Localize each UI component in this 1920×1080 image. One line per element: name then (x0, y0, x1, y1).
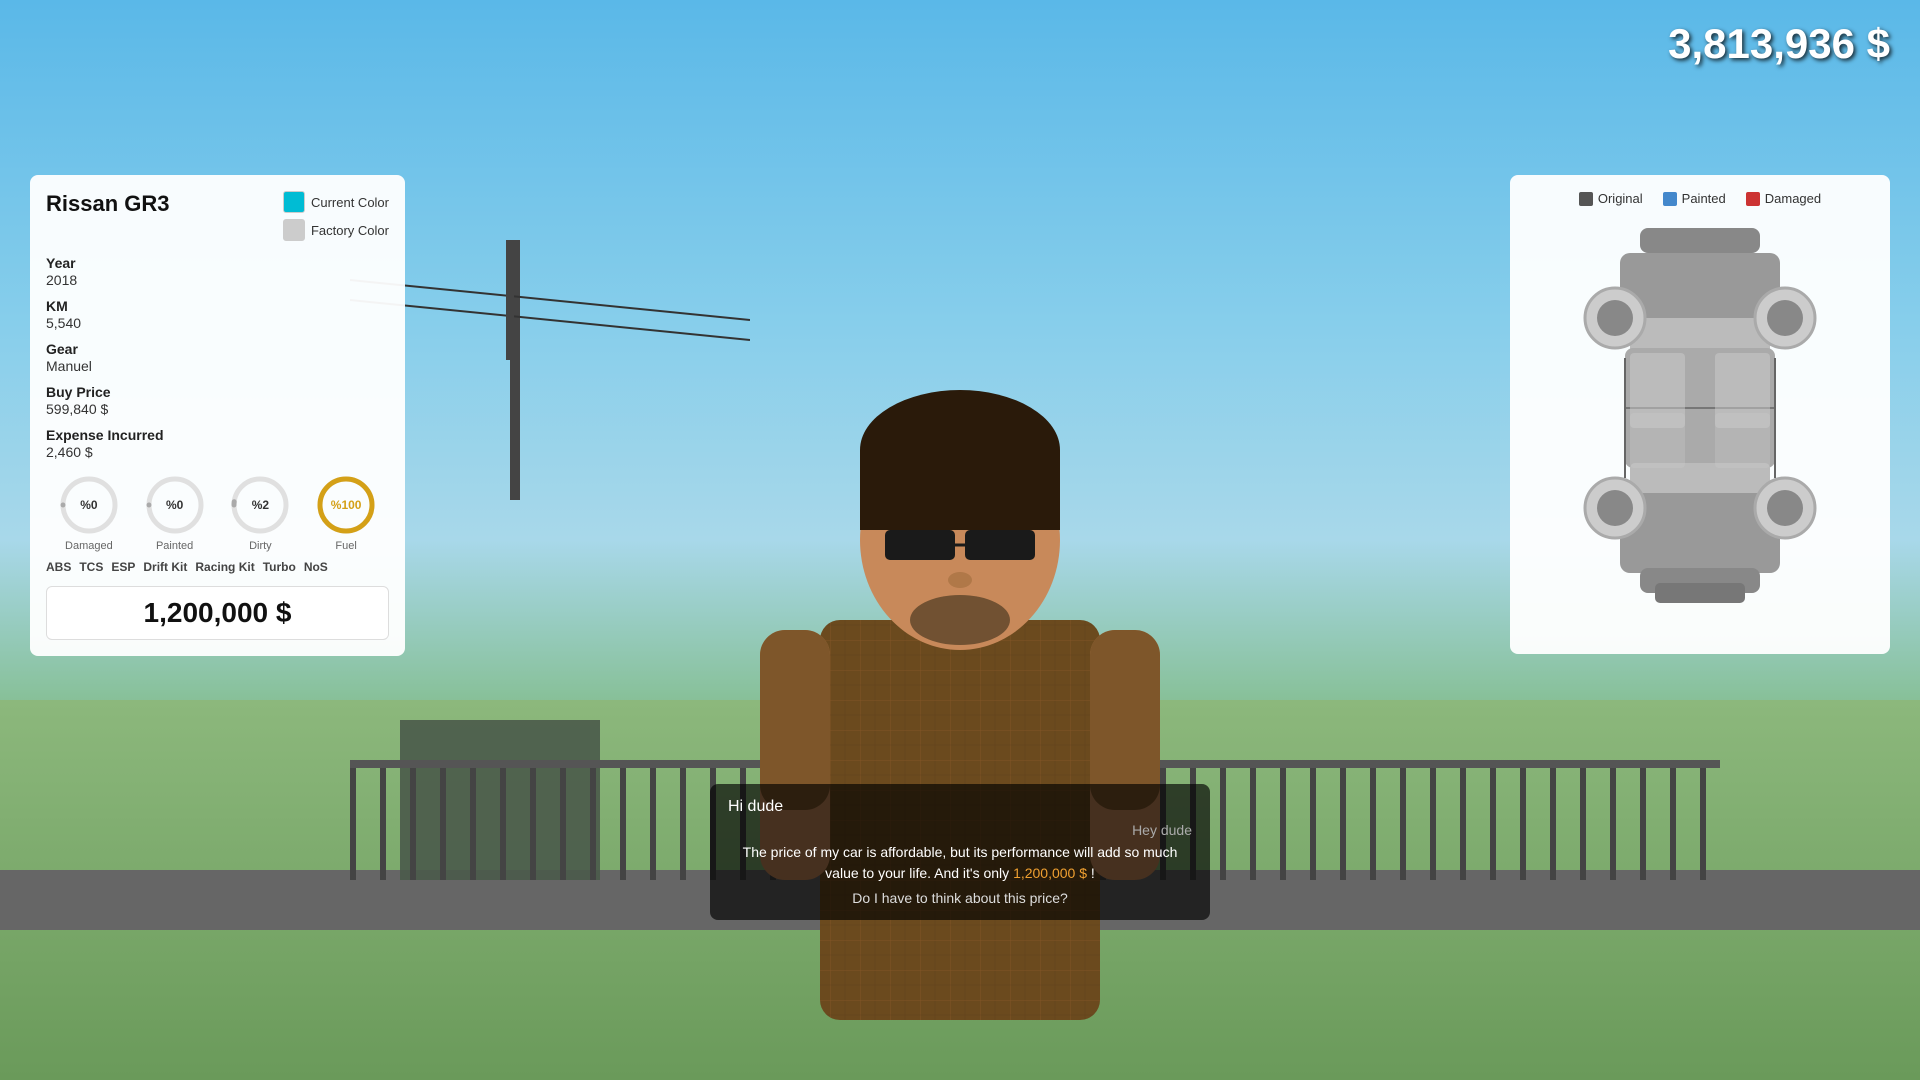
km-value: 5,540 (46, 315, 389, 331)
factory-color-swatch (283, 219, 305, 241)
panel-header: Rissan GR3 Current Color Factory Color (46, 191, 389, 241)
legend-original-label: Original (1598, 191, 1643, 206)
gauge-fuel: %100 Fuel (315, 474, 377, 552)
gauge-painted: %0 Painted (144, 474, 206, 552)
dialogue-question: Do I have to think about this price? (728, 890, 1192, 906)
gauge-dirty-text: %2 (252, 498, 269, 512)
gauge-damaged-circle: %0 (58, 474, 120, 536)
color-indicators: Current Color Factory Color (283, 191, 389, 241)
legend-original: Original (1579, 191, 1643, 206)
equip-nos: NoS (304, 560, 328, 574)
gauge-damaged: %0 Damaged (58, 474, 120, 552)
current-color-label: Current Color (311, 195, 389, 210)
dialogue-box: Hi dude Hey dude The price of my car is … (710, 784, 1210, 920)
diagram-legend: Original Painted Damaged (1526, 191, 1874, 206)
gauge-fuel-circle: %100 (315, 474, 377, 536)
equipment-row: ABS TCS ESP Drift Kit Racing Kit Turbo N… (46, 560, 389, 574)
car-name: Rissan GR3 (46, 191, 170, 217)
equip-abs: ABS (46, 560, 71, 574)
dialogue-npc-name: Hey dude (728, 822, 1192, 838)
dialogue-main-text: The price of my car is affordable, but i… (728, 842, 1192, 884)
gauge-dirty-circle: %2 (229, 474, 291, 536)
equip-turbo: Turbo (263, 560, 296, 574)
year-label: Year (46, 255, 389, 271)
expense-label: Expense Incurred (46, 427, 389, 443)
gauge-painted-label: Painted (156, 540, 193, 552)
current-color-item: Current Color (283, 191, 389, 213)
buy-price-value: 599,840 $ (46, 401, 389, 417)
legend-painted: Painted (1663, 191, 1726, 206)
gauge-dirty-label: Dirty (249, 540, 272, 552)
gauge-fuel-label: Fuel (335, 540, 356, 552)
legend-damaged-label: Damaged (1765, 191, 1821, 206)
car-diagram-panel: Original Painted Damaged (1510, 175, 1890, 654)
factory-color-item: Factory Color (283, 219, 389, 241)
gear-label: Gear (46, 341, 389, 357)
dialogue-player-text: Hi dude (728, 798, 1192, 816)
year-value: 2018 (46, 272, 389, 288)
dialogue-price-highlight: 1,200,000 $ (1013, 865, 1087, 881)
legend-painted-label: Painted (1682, 191, 1726, 206)
gear-row: Gear Manuel (46, 341, 389, 374)
buy-price-label: Buy Price (46, 384, 389, 400)
sell-price: 1,200,000 $ (46, 586, 389, 640)
year-row: Year 2018 (46, 255, 389, 288)
equip-tcs: TCS (79, 560, 103, 574)
gauge-dirty: %2 Dirty (229, 474, 291, 552)
factory-color-label: Factory Color (311, 223, 389, 238)
gauges-row: %0 Damaged %0 Painted %2 (46, 474, 389, 552)
gauge-painted-text: %0 (166, 498, 183, 512)
km-label: KM (46, 298, 389, 314)
car-diagram-svg (1530, 218, 1870, 638)
dialogue-body: The price of my car is affordable, but i… (743, 844, 1178, 881)
km-row: KM 5,540 (46, 298, 389, 331)
equip-drift: Drift Kit (143, 560, 187, 574)
dialogue-price-suffix: ! (1091, 865, 1095, 881)
gauge-fuel-text: %100 (331, 498, 362, 512)
gear-value: Manuel (46, 358, 389, 374)
legend-damaged: Damaged (1746, 191, 1821, 206)
buy-price-row: Buy Price 599,840 $ (46, 384, 389, 417)
gauge-damaged-text: %0 (80, 498, 97, 512)
legend-damaged-dot (1746, 192, 1760, 206)
car-diagram (1526, 218, 1874, 638)
wires (350, 240, 750, 360)
equip-esp: ESP (111, 560, 135, 574)
gauge-painted-circle: %0 (144, 474, 206, 536)
car-info-panel: Rissan GR3 Current Color Factory Color Y… (30, 175, 405, 656)
hud-money: 3,813,936 $ (1668, 20, 1890, 68)
legend-painted-dot (1663, 192, 1677, 206)
current-color-swatch (283, 191, 305, 213)
equip-racing: Racing Kit (195, 560, 254, 574)
expense-row: Expense Incurred 2,460 $ (46, 427, 389, 460)
legend-original-dot (1579, 192, 1593, 206)
expense-value: 2,460 $ (46, 444, 389, 460)
gauge-damaged-label: Damaged (65, 540, 113, 552)
